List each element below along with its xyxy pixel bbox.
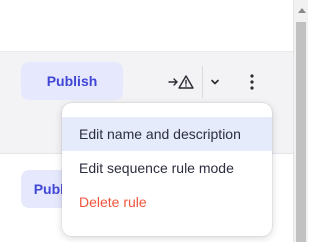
publish-button[interactable]: Publish bbox=[21, 62, 123, 100]
toolbar-divider bbox=[202, 66, 203, 98]
vertical-scrollbar[interactable] bbox=[293, 0, 308, 242]
arrow-warning-icon[interactable] bbox=[166, 70, 196, 94]
vertical-ellipsis-icon[interactable] bbox=[244, 70, 260, 94]
scroll-up-arrow-icon[interactable] bbox=[298, 8, 306, 13]
chevron-down-icon[interactable] bbox=[207, 72, 223, 92]
menu-item-delete-rule[interactable]: Delete rule bbox=[62, 185, 272, 219]
menu-item-edit-sequence-mode[interactable]: Edit sequence rule mode bbox=[62, 151, 272, 185]
rule-row-previous bbox=[0, 0, 293, 52]
rule-actions-menu: Edit name and description Edit sequence … bbox=[62, 103, 272, 236]
scrollbar-thumb[interactable] bbox=[296, 22, 306, 242]
menu-item-edit-name[interactable]: Edit name and description bbox=[62, 117, 272, 151]
page-edge bbox=[308, 0, 315, 242]
